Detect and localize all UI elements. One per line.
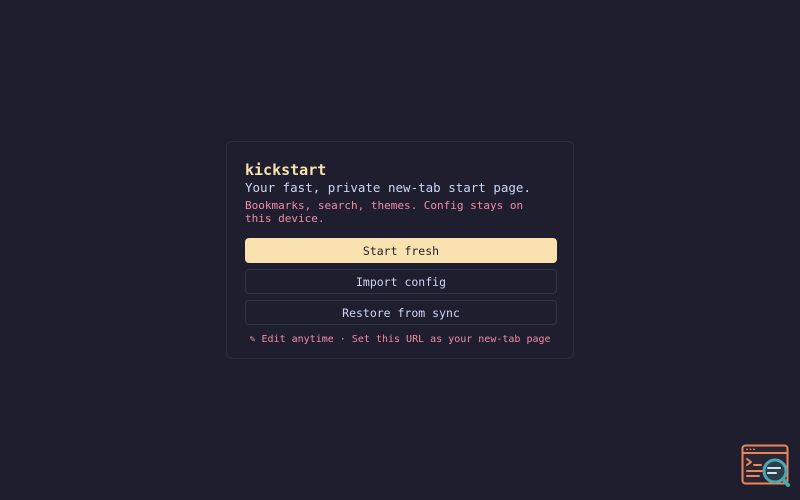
import-config-button[interactable]: Import config [245, 269, 557, 294]
terminal-search-icon-graphic [741, 444, 790, 487]
edit-anytime-text: Edit anytime [261, 334, 334, 345]
start-fresh-button[interactable]: Start fresh [245, 238, 557, 263]
footer-hint: ✎ Edit anytime · Set this URL as your ne… [245, 334, 555, 346]
newtab-hint-text: Set this URL as your new-tab page [351, 334, 551, 345]
app-title: kickstart [245, 161, 327, 179]
terminal-search-icon[interactable] [741, 444, 791, 488]
app-description: Bookmarks, search, themes. Config stays … [245, 199, 524, 225]
app-tagline: Your fast, private new-tab start page. [245, 180, 531, 195]
page: kickstart Your fast, private new-tab sta… [0, 0, 800, 500]
restore-from-sync-button[interactable]: Restore from sync [245, 300, 557, 325]
welcome-card: kickstart Your fast, private new-tab sta… [226, 141, 574, 359]
